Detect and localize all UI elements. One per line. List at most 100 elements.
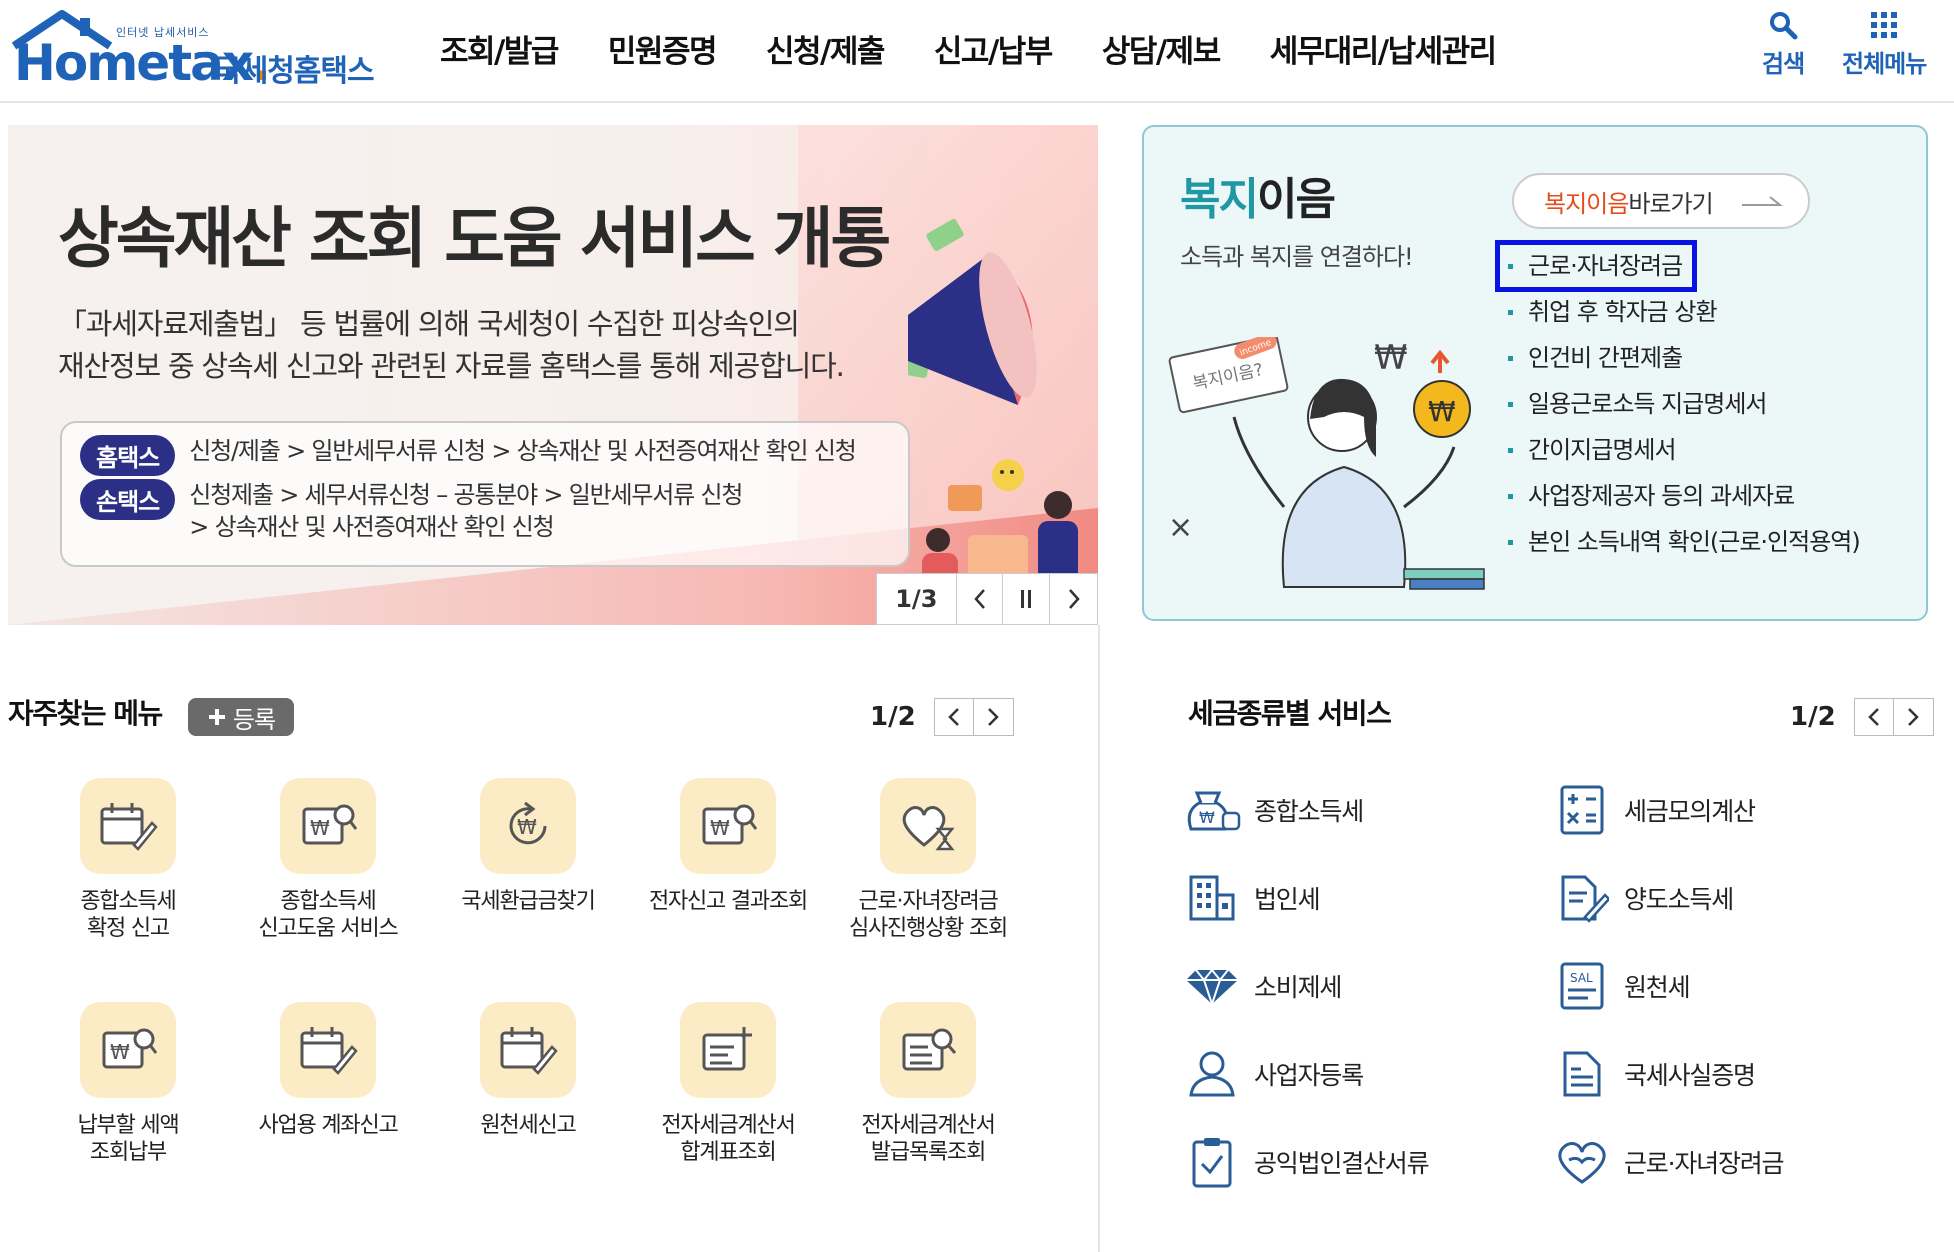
hometax-badge: 홈택스 [80, 435, 176, 476]
hero-desc-line1: 「과세자료제출법」 등 법률에 의해 국세청이 수집한 피상속인의 [58, 307, 800, 341]
heart-hand-icon [1552, 1134, 1612, 1190]
frequent-item-label: 전자세금계산서 발급목록조회 [861, 1113, 995, 1165]
header: 인터넷 납세서비스 Hometax. 국세청홈택스 조회/발급 민원증명 신청/… [0, 0, 1954, 103]
frequent-page-counter: 1/2 [870, 702, 916, 732]
tax-service-label: 세금모의계산 [1624, 797, 1756, 826]
svg-text:×: × [1168, 510, 1193, 545]
won-doc-search-icon: ₩ [80, 1002, 176, 1098]
arrow-right-icon [1742, 196, 1783, 206]
path-row-sontax: 손택스 신청제출 > 세무서류신청 – 공통분야 > 일반세무서류 신청 > 상… [80, 479, 743, 543]
tax-services-pager: 1/2 [1790, 698, 1934, 736]
tax-service-label: 근로·자녀장려금 [1624, 1149, 1785, 1178]
nav-item-inquiry[interactable]: 조회/발급 [440, 26, 559, 71]
frequent-item[interactable]: ₩ 납부할 세액 조회납부 [28, 1002, 228, 1166]
welfare-link-panel: 복지이음 소득과 복지를 연결하다! 복지이음 바로가기 복지이음? incom… [1142, 125, 1928, 621]
welfare-link-income-check[interactable]: 본인 소득내역 확인(근로·인적용역) [1506, 519, 1861, 565]
welfare-shortcut-button[interactable]: 복지이음 바로가기 [1512, 173, 1810, 229]
frequent-item[interactable]: 원천세신고 [428, 1002, 628, 1139]
welfare-link-labor-cost[interactable]: 인건비 간편제출 [1506, 335, 1860, 381]
tax-service-item[interactable]: 소비제세 [1182, 958, 1342, 1014]
tax-service-label: 공익법인결산서류 [1254, 1149, 1430, 1178]
section-divider [1098, 625, 1100, 1252]
clipboard-check-icon [1182, 1134, 1242, 1190]
frequent-item[interactable]: 전자세금계산서 합계표조회 [628, 1002, 828, 1166]
full-menu-button[interactable]: 전체메뉴 [1842, 10, 1927, 79]
frequent-item-label: 근로·자녀장려금 심사진행상황 조회 [848, 889, 1008, 941]
diamond-icon [1182, 958, 1242, 1014]
full-menu-label: 전체메뉴 [1842, 50, 1927, 78]
svg-text:₩: ₩ [517, 815, 537, 839]
tax-service-item[interactable]: 근로·자녀장려금 [1552, 1134, 1785, 1190]
chevron-right-icon [1068, 589, 1080, 609]
sontax-badge: 손택스 [80, 479, 176, 520]
frequent-item-label: 국세환급금찾기 [461, 889, 595, 914]
tax-service-item[interactable]: ₩ 종합소득세 [1182, 782, 1364, 838]
welfare-title: 복지이음 [1180, 174, 1336, 225]
frequent-item[interactable]: 종합소득세 확정 신고 [28, 778, 228, 942]
person-icon [1182, 1046, 1242, 1102]
tax-service-label: 양도소득세 [1624, 885, 1734, 914]
tax-service-item[interactable]: 사업자등록 [1182, 1046, 1364, 1102]
frequent-item-label: 원천세신고 [480, 1113, 576, 1138]
pause-icon [1021, 590, 1032, 608]
frequent-menu-title: 자주찾는 메뉴 [8, 697, 163, 730]
grid-menu-icon [1871, 12, 1898, 38]
building-icon [1182, 870, 1242, 926]
tax-service-label: 소비제세 [1254, 973, 1342, 1002]
nav-item-application[interactable]: 신청/제출 [766, 26, 885, 71]
frequent-item[interactable]: ₩ 국세환급금찾기 [428, 778, 628, 915]
hometax-path: 신청/제출 > 일반세무서류 신청 > 상속재산 및 사전증여재산 확인 신청 [189, 437, 857, 465]
doc-sign-icon [1552, 870, 1612, 926]
tax-service-label: 법인세 [1254, 885, 1321, 914]
hometax-logo[interactable]: 인터넷 납세서비스 Hometax. 국세청홈택스 [8, 6, 378, 96]
logo-korean-name: 국세청홈택스 [214, 54, 375, 89]
tax-service-item[interactable]: 법인세 [1182, 870, 1321, 926]
search-icon [1770, 12, 1798, 40]
welfare-link-simple-statement[interactable]: 간이지급명세서 [1506, 427, 1860, 473]
plus-icon [208, 709, 225, 725]
welfare-link-student-loan[interactable]: 취업 후 학자금 상환 [1506, 289, 1860, 335]
frequent-item[interactable]: ₩ 전자신고 결과조회 [628, 778, 828, 915]
welfare-link-earned-child-credit[interactable]: 근로·자녀장려금 [1494, 240, 1698, 292]
welfare-link-workplace-provider[interactable]: 사업장제공자 등의 과세자료 [1506, 473, 1860, 519]
register-button[interactable]: 등록 [188, 698, 294, 736]
frequent-next-button[interactable] [973, 698, 1014, 736]
slide-pause-button[interactable] [1003, 574, 1051, 624]
tax-services-next-button[interactable] [1893, 698, 1934, 736]
nav-item-certificates[interactable]: 민원증명 [608, 26, 718, 71]
svg-text:₩: ₩ [310, 816, 330, 840]
frequent-item[interactable]: 전자세금계산서 발급목록조회 [828, 1002, 1028, 1166]
sal-doc-icon: SAL [1552, 958, 1612, 1014]
tax-service-item[interactable]: SAL 원천세 [1552, 958, 1691, 1014]
sontax-path: 신청제출 > 세무서류신청 – 공통분야 > 일반세무서류 신청 > 상속재산 … [189, 481, 743, 541]
hero-desc-line2: 재산정보 중 상속세 신고와 관련된 자료를 홈택스를 통해 제공합니다. [58, 349, 845, 383]
tax-service-item[interactable]: 공익법인결산서류 [1182, 1134, 1430, 1190]
search-button[interactable]: 검색 [1762, 10, 1805, 79]
slide-next-button[interactable] [1050, 574, 1097, 624]
tax-service-item[interactable]: 국세사실증명 [1552, 1046, 1756, 1102]
frequent-item[interactable]: ₩ 종합소득세 신고도움 서비스 [228, 778, 428, 942]
nav-item-consult-report[interactable]: 상담/제보 [1102, 26, 1221, 71]
frequent-item-label: 종합소득세 확정 신고 [80, 889, 176, 941]
hero-banner[interactable]: 상속재산 조회 도움 서비스 개통 「과세자료제출법」 등 법률에 의해 국세청… [8, 125, 1098, 625]
slide-prev-button[interactable] [957, 574, 1004, 624]
frequent-item[interactable]: 사업용 계좌신고 [228, 1002, 428, 1139]
receipt-plus-icon [680, 1002, 776, 1098]
main-nav: 조회/발급 민원증명 신청/제출 신고/납부 상담/제보 세무대리/납세관리 [440, 26, 1546, 71]
svg-text:₩: ₩ [1374, 338, 1408, 378]
tax-service-item[interactable]: 양도소득세 [1552, 870, 1734, 926]
won-doc-search-icon: ₩ [280, 778, 376, 874]
frequent-prev-button[interactable] [933, 698, 974, 736]
money-bag-icon: ₩ [1182, 782, 1242, 838]
tax-services-prev-button[interactable] [1853, 698, 1894, 736]
nav-item-tax-agent[interactable]: 세무대리/납세관리 [1270, 26, 1497, 71]
tax-service-item[interactable]: 세금모의계산 [1552, 782, 1756, 838]
frequent-item[interactable]: 근로·자녀장려금 심사진행상황 조회 [828, 778, 1028, 942]
svg-text:₩: ₩ [1199, 808, 1215, 827]
calendar-pen-icon [280, 1002, 376, 1098]
nav-item-filing-payment[interactable]: 신고/납부 [934, 26, 1053, 71]
tax-service-label: 사업자등록 [1254, 1061, 1364, 1090]
frequent-pager: 1/2 [870, 698, 1014, 736]
welfare-link-daily-wage-statement[interactable]: 일용근로소득 지급명세서 [1506, 381, 1860, 427]
chevron-right-icon [988, 708, 999, 726]
